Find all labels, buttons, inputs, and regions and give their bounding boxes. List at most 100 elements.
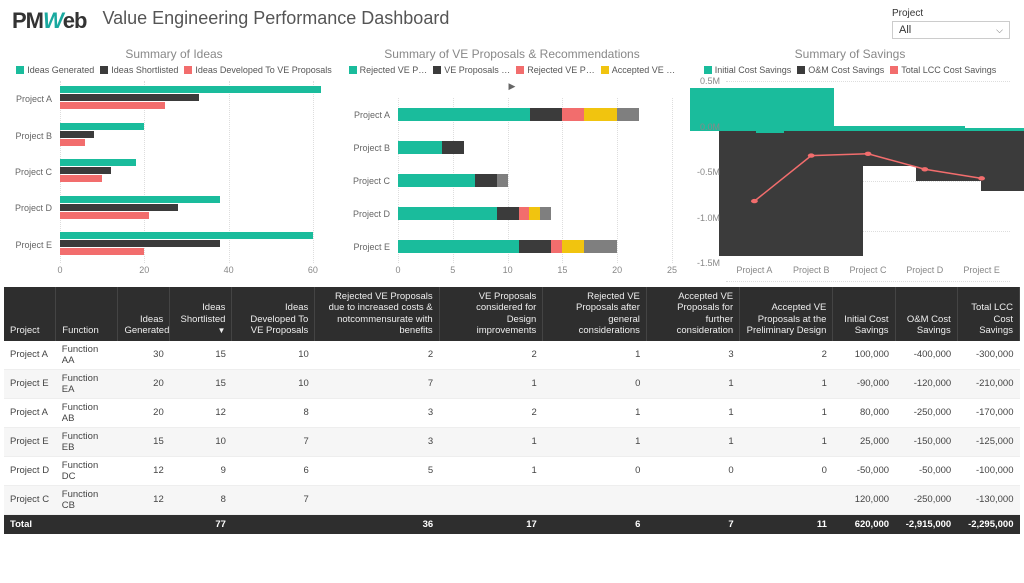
bar-segment[interactable]: [398, 174, 475, 187]
col-generated[interactable]: Ideas Generated: [118, 287, 170, 341]
legend-swatch: [433, 66, 441, 74]
data-table[interactable]: ProjectFunctionIdeas GeneratedIdeas Shor…: [4, 287, 1020, 534]
cell-rej_cost: [315, 485, 439, 514]
cell-lcc: -300,000: [957, 341, 1019, 370]
bar-segment[interactable]: [529, 207, 540, 220]
cell-lcc: -125,000: [957, 427, 1019, 456]
table-row[interactable]: Project AFunction AA30151022132100,000-4…: [4, 341, 1020, 370]
col-function[interactable]: Function: [56, 287, 118, 341]
col-lcc[interactable]: Total LCC Cost Savings: [957, 287, 1019, 341]
col-acc_further[interactable]: Accepted VE Proposals for further consid…: [646, 287, 739, 341]
bar-segment[interactable]: [617, 108, 639, 121]
legend-label: Ideas Generated: [27, 65, 94, 75]
table-body: Project AFunction AA30151022132100,000-4…: [4, 341, 1020, 515]
bar-segment[interactable]: [540, 207, 551, 220]
legend-item[interactable]: Rejected VE P…: [516, 65, 595, 75]
bar-segment[interactable]: [398, 240, 519, 253]
legend-label: Accepted VE …: [612, 65, 676, 75]
chart-title: Summary of Ideas: [10, 47, 338, 61]
vbar[interactable]: [981, 131, 1024, 191]
legend: Initial Cost Savings O&M Cost Savings Tota…: [686, 65, 1014, 75]
legend-item[interactable]: Rejected VE P…: [349, 65, 428, 75]
total-developed: [232, 514, 315, 534]
x-tick: 25: [667, 265, 677, 275]
legend-item[interactable]: O&M Cost Savings: [797, 65, 884, 75]
table-row[interactable]: Project CFunction CB1287120,000-250,000-…: [4, 485, 1020, 514]
cell-ve_improve: 1: [439, 369, 543, 398]
bar-segment[interactable]: [398, 108, 530, 121]
legend-item[interactable]: VE Proposals …: [433, 65, 510, 75]
bar-segment[interactable]: [519, 207, 530, 220]
cell-om: -250,000: [895, 398, 957, 427]
filter-label: Project: [892, 8, 1012, 19]
project-dropdown[interactable]: All ⌵: [892, 21, 1010, 39]
bar-segment[interactable]: [398, 207, 497, 220]
bar-segment[interactable]: [475, 174, 497, 187]
legend-item[interactable]: Ideas Developed To VE Proposals: [184, 65, 331, 75]
bar-segment[interactable]: [562, 240, 584, 253]
total-om: -2,915,000: [895, 514, 957, 534]
table-row[interactable]: Project DFunction DC129651000-50,000-50,…: [4, 456, 1020, 485]
table-header: ProjectFunctionIdeas GeneratedIdeas Shor…: [4, 287, 1020, 341]
legend-item[interactable]: Ideas Shortlisted: [100, 65, 178, 75]
legend-item[interactable]: Accepted VE …: [601, 65, 676, 75]
chart-proposals[interactable]: Summary of VE Proposals & Recommendation…: [348, 47, 676, 281]
legend-label: Ideas Shortlisted: [111, 65, 178, 75]
bar-segment[interactable]: [497, 207, 519, 220]
bar[interactable]: [60, 139, 85, 146]
bar[interactable]: [60, 123, 144, 130]
legend-more-icon[interactable]: ▶: [509, 81, 516, 92]
bar[interactable]: [60, 102, 165, 109]
bar[interactable]: [60, 204, 178, 211]
bar[interactable]: [60, 240, 220, 247]
bar-segment[interactable]: [497, 174, 508, 187]
bar-segment[interactable]: [398, 141, 442, 154]
bar[interactable]: [60, 86, 321, 93]
bar-segment[interactable]: [530, 108, 563, 121]
col-rej_cost[interactable]: Rejected VE Proposals due to increased c…: [315, 287, 439, 341]
bar[interactable]: [60, 232, 313, 239]
legend-item[interactable]: Total LCC Cost Savings: [890, 65, 996, 75]
sort-desc-icon: ▼: [217, 326, 225, 335]
bar[interactable]: [60, 212, 149, 219]
bar-segment[interactable]: [584, 108, 617, 121]
cell-developed: 7: [232, 485, 315, 514]
bar-segment[interactable]: [562, 108, 584, 121]
bar-segment[interactable]: [519, 240, 552, 253]
y-label: Project A: [354, 110, 390, 120]
legend-item[interactable]: Initial Cost Savings: [704, 65, 792, 75]
bar[interactable]: [60, 131, 94, 138]
col-project[interactable]: Project: [4, 287, 56, 341]
bar[interactable]: [60, 94, 199, 101]
cell-project: Project D: [4, 456, 56, 485]
table-row[interactable]: Project EFunction EB151073111125,000-150…: [4, 427, 1020, 456]
col-ve_improve[interactable]: VE Proposals considered for Design impro…: [439, 287, 543, 341]
y-tick: 0.5M: [700, 76, 720, 86]
project-filter: Project All ⌵: [892, 8, 1012, 39]
col-om[interactable]: O&M Cost Savings: [895, 287, 957, 341]
bar-segment[interactable]: [584, 240, 617, 253]
col-rej_general[interactable]: Rejected VE Proposals after general cons…: [543, 287, 647, 341]
bar[interactable]: [60, 248, 144, 255]
legend-item[interactable]: Ideas Generated: [16, 65, 94, 75]
col-acc_prelim[interactable]: Accepted VE Proposals at the Preliminary…: [740, 287, 833, 341]
chart-ideas[interactable]: Summary of Ideas Ideas Generated Ideas Sh…: [10, 47, 338, 281]
x-label: Project D: [896, 265, 953, 281]
bar-segment[interactable]: [442, 141, 464, 154]
legend-label: Ideas Developed To VE Proposals: [195, 65, 331, 75]
bar[interactable]: [60, 159, 136, 166]
cell-developed: 6: [232, 456, 315, 485]
bar[interactable]: [60, 196, 220, 203]
bar[interactable]: [60, 167, 111, 174]
cell-lcc: -170,000: [957, 398, 1019, 427]
table-row[interactable]: Project EFunction EA20151071011-90,000-1…: [4, 369, 1020, 398]
x-tick: 20: [139, 265, 149, 275]
col-initial[interactable]: Initial Cost Savings: [833, 287, 895, 341]
bar[interactable]: [60, 175, 102, 182]
cell-ve_improve: 1: [439, 456, 543, 485]
col-developed[interactable]: Ideas Developed To VE Proposals: [232, 287, 315, 341]
table-row[interactable]: Project AFunction AB201283211180,000-250…: [4, 398, 1020, 427]
col-shortlisted[interactable]: Ideas Shortlisted ▼: [170, 287, 232, 341]
bar-segment[interactable]: [551, 240, 562, 253]
chart-savings[interactable]: Summary of Savings Initial Cost SavingsO…: [686, 47, 1014, 281]
